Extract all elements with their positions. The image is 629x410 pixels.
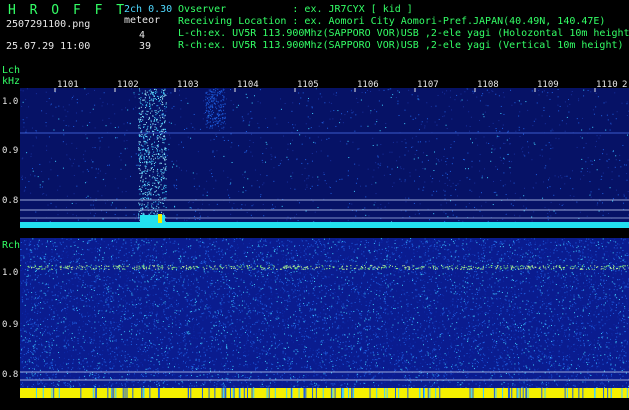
rch-freq-tick: 1.0 [2, 268, 19, 278]
rch-freq-tick: 0.9 [2, 320, 19, 330]
minute-tick: 1107 [417, 80, 439, 90]
rch-freq-tick: 0.8 [2, 370, 19, 380]
lch-channel-label: Lch [2, 65, 21, 76]
minute-tick: 1103 [177, 80, 199, 90]
minute-tick: 1108 [477, 80, 499, 90]
minute-tick: 1101 [57, 80, 79, 90]
minute-tick: 1106 [357, 80, 379, 90]
spectrogram-canvas [0, 88, 629, 398]
rch-channel-label: Rch [2, 240, 21, 251]
lch-baseline [20, 222, 629, 228]
minute-tick: 1110 [596, 80, 618, 90]
minute-tick: 1104 [237, 80, 259, 90]
minute-tick-edge: 2 [622, 80, 628, 90]
lch-unit-label: kHz [2, 76, 21, 87]
minute-tick: 1105 [297, 80, 319, 90]
lch-freq-tick: 0.9 [2, 146, 19, 156]
lch-freq-tick: 1.0 [2, 97, 19, 107]
lch-panel-background [20, 88, 629, 228]
lch-freq-tick: 0.8 [2, 196, 19, 206]
minute-tick: 1109 [537, 80, 559, 90]
minute-tick: 1102 [117, 80, 139, 90]
